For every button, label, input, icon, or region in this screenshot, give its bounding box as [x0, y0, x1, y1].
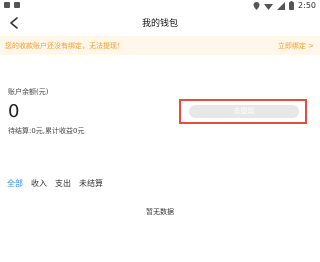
tab-all[interactable]: 全部	[7, 178, 23, 189]
pending-summary: 待结算:0元,累计收益0元	[8, 127, 85, 135]
signal-icon	[277, 1, 286, 10]
notification-icon	[4, 2, 10, 8]
balance-label: 账户余额(元)	[8, 88, 49, 96]
withdraw-highlight: 去提现	[179, 99, 307, 124]
tab-income[interactable]: 收入	[31, 178, 47, 189]
battery-icon	[289, 1, 295, 10]
bind-now-link[interactable]: 立即绑定 >	[278, 41, 314, 51]
status-right-icons: 2:50	[253, 1, 316, 10]
status-left-icons	[4, 2, 20, 8]
wifi-icon	[264, 3, 274, 10]
notice-text: 您的收款账户还没有绑定，无法提现！	[5, 42, 124, 50]
withdraw-button[interactable]: 去提现	[189, 105, 299, 118]
record-tabs: 全部 收入 支出 未结算	[7, 178, 103, 189]
location-icon	[253, 1, 260, 10]
title-bar: 我的钱包	[0, 12, 320, 34]
page-title: 我的钱包	[141, 19, 178, 29]
app-icon	[14, 2, 20, 8]
empty-state: 暂无数据	[146, 208, 174, 216]
status-bar: 2:50	[0, 0, 320, 12]
status-time: 2:50	[298, 1, 316, 10]
bind-account-notice: 您的收款账户还没有绑定，无法提现！ 立即绑定 >	[0, 36, 320, 55]
tab-expense[interactable]: 支出	[55, 178, 71, 189]
balance-value: 0	[8, 101, 20, 122]
tab-unsettled[interactable]: 未结算	[79, 178, 103, 189]
